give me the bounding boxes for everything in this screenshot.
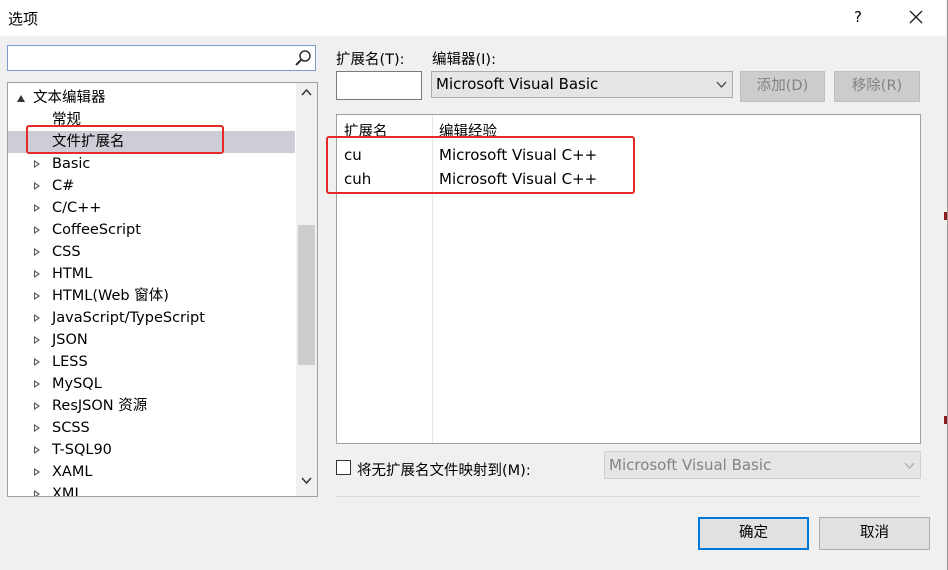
chevron-down-icon [301, 477, 312, 485]
close-button[interactable] [902, 4, 930, 30]
tree-item-label: T-SQL90 [52, 442, 112, 458]
editor-dropdown[interactable]: Microsoft Visual Basic [431, 71, 733, 98]
collapsed-arrow-icon[interactable] [34, 226, 40, 234]
chevron-down-icon [716, 81, 727, 88]
tree-item-csharp[interactable]: C# [8, 175, 295, 197]
collapsed-arrow-icon[interactable] [34, 402, 40, 410]
chevron-up-icon [301, 88, 312, 96]
tree-item-xaml[interactable]: XAML [8, 461, 295, 483]
tree-item-label: SCSS [52, 420, 90, 436]
tree-item-label: Basic [52, 156, 91, 172]
red-highlight-box [326, 136, 635, 194]
collapsed-arrow-icon[interactable] [34, 292, 40, 300]
dialog-title: 选项 [8, 10, 39, 28]
tree-item-mysql[interactable]: MySQL [8, 373, 295, 395]
collapsed-arrow-icon[interactable] [34, 248, 40, 256]
tree-item-label: C/C++ [52, 200, 102, 216]
collapsed-arrow-icon[interactable] [34, 490, 40, 496]
scroll-up-button[interactable] [296, 85, 317, 105]
red-highlight-box [26, 125, 224, 154]
no-extension-checkbox[interactable] [336, 460, 351, 475]
tree-item-label: 文本编辑器 [33, 90, 106, 106]
editor-dropdown-value: Microsoft Visual Basic [436, 75, 599, 93]
tree-item-label: HTML(Web 窗体) [52, 288, 169, 304]
tree-scrollbar[interactable] [296, 83, 317, 496]
tree-item-label: CSS [52, 244, 81, 260]
collapsed-arrow-icon[interactable] [34, 336, 40, 344]
help-button[interactable]: ? [848, 4, 868, 30]
ok-button[interactable]: 确定 [698, 517, 809, 550]
tree-item-label: XML [52, 486, 83, 497]
close-icon [909, 10, 923, 24]
editor-label: 编辑器(I): [432, 52, 496, 68]
search-icon[interactable] [294, 49, 312, 67]
scroll-down-button[interactable] [296, 474, 317, 494]
no-extension-dropdown[interactable]: Microsoft Visual Basic [604, 451, 921, 479]
collapsed-arrow-icon[interactable] [34, 270, 40, 278]
collapsed-arrow-icon[interactable] [34, 160, 40, 168]
tree-item-resjson[interactable]: ResJSON 资源 [8, 395, 295, 417]
tree-item-javascript-typescript[interactable]: JavaScript/TypeScript [8, 307, 295, 329]
cancel-button[interactable]: 取消 [819, 517, 930, 550]
tree-item-label: MySQL [52, 376, 102, 392]
tree-item-label: LESS [52, 354, 88, 370]
add-button[interactable]: 添加(D) [740, 71, 825, 102]
tree-item-label: JSON [52, 332, 88, 348]
expanded-arrow-icon[interactable] [17, 95, 25, 102]
collapsed-arrow-icon[interactable] [34, 182, 40, 190]
collapsed-arrow-icon[interactable] [34, 204, 40, 212]
tree-item-css[interactable]: CSS [8, 241, 295, 263]
tree-item-json[interactable]: JSON [8, 329, 295, 351]
separator [336, 496, 921, 497]
tree-item-text-editor[interactable]: 文本编辑器 [8, 87, 295, 109]
no-extension-dropdown-value: Microsoft Visual Basic [609, 456, 772, 474]
tree-item-html[interactable]: HTML [8, 263, 295, 285]
tree-item-label: XAML [52, 464, 93, 480]
collapsed-arrow-icon[interactable] [34, 314, 40, 322]
tree-item-html-webforms[interactable]: HTML(Web 窗体) [8, 285, 295, 307]
tree-item-label: CoffeeScript [52, 222, 141, 238]
extension-label: 扩展名(T): [336, 52, 405, 68]
tree-item-label: C# [52, 178, 75, 194]
title-bar: 选项 ? [0, 0, 946, 36]
collapsed-arrow-icon[interactable] [34, 424, 40, 432]
no-extension-label[interactable]: 将无扩展名文件映射到(M): [357, 459, 531, 480]
tree-item-less[interactable]: LESS [8, 351, 295, 373]
remove-button[interactable]: 移除(R) [834, 71, 920, 102]
chevron-down-icon [904, 462, 915, 469]
extension-input[interactable] [336, 71, 422, 100]
tree-item-tsql90[interactable]: T-SQL90 [8, 439, 295, 461]
tree-item-basic[interactable]: Basic [8, 153, 295, 175]
options-dialog: 选项 ? 文本编辑器 常规 文件扩展名 Basic C# C/C++ Coffe… [0, 0, 948, 570]
search-input[interactable] [7, 45, 316, 71]
tree-item-xml[interactable]: XML [8, 483, 295, 497]
tree-item-label: HTML [52, 266, 93, 282]
tree-item-cpp[interactable]: C/C++ [8, 197, 295, 219]
tree-item-label: ResJSON 资源 [52, 398, 148, 414]
edge-mark [944, 416, 947, 424]
tree-item-label: JavaScript/TypeScript [52, 310, 205, 326]
tree-item-scss[interactable]: SCSS [8, 417, 295, 439]
collapsed-arrow-icon[interactable] [34, 468, 40, 476]
scroll-thumb[interactable] [298, 225, 315, 365]
tree-item-coffeescript[interactable]: CoffeeScript [8, 219, 295, 241]
collapsed-arrow-icon[interactable] [34, 446, 40, 454]
collapsed-arrow-icon[interactable] [34, 380, 40, 388]
collapsed-arrow-icon[interactable] [34, 358, 40, 366]
edge-mark [944, 212, 947, 220]
